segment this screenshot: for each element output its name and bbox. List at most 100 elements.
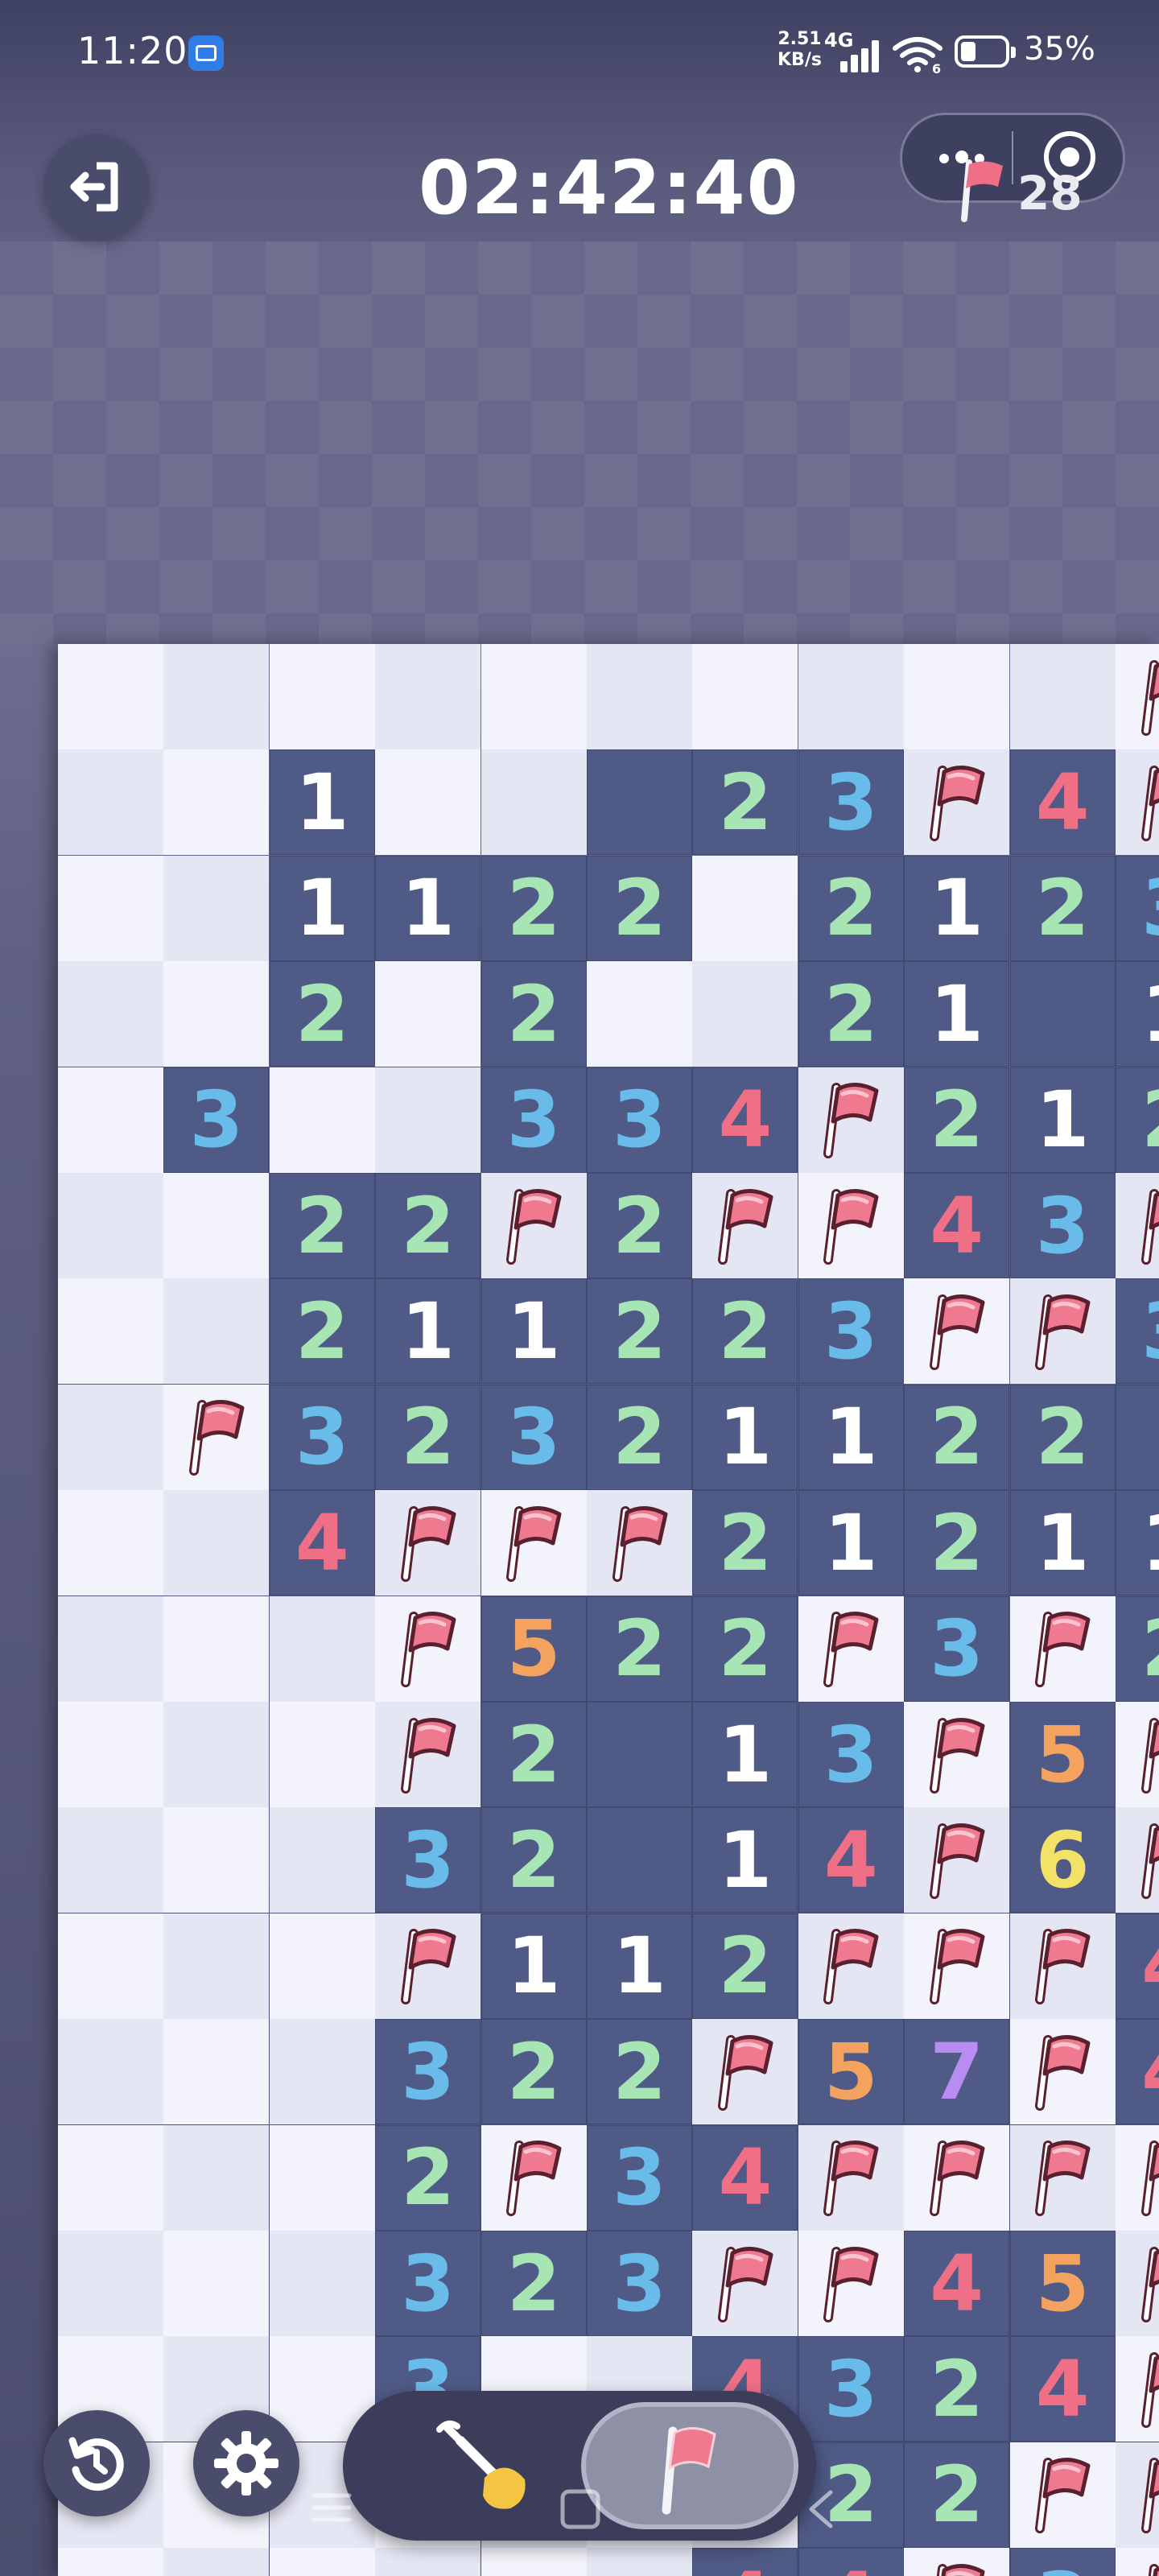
hidden-tile[interactable] bbox=[163, 644, 270, 749]
hidden-tile[interactable] bbox=[692, 644, 798, 749]
hidden-tile[interactable] bbox=[269, 1702, 375, 1807]
hidden-tile[interactable] bbox=[163, 2019, 270, 2125]
number-tile[interactable]: 2 bbox=[481, 961, 587, 1067]
flagged-tile[interactable] bbox=[1009, 1278, 1116, 1385]
hidden-tile[interactable] bbox=[904, 644, 1010, 749]
hidden-tile[interactable] bbox=[269, 644, 375, 749]
hidden-tile[interactable] bbox=[375, 961, 481, 1067]
number-tile[interactable]: 4 bbox=[904, 1173, 1010, 1278]
flagged-tile[interactable] bbox=[1009, 2124, 1116, 2231]
hidden-tile[interactable] bbox=[692, 855, 798, 961]
number-tile[interactable]: 3 bbox=[798, 749, 904, 856]
hidden-tile[interactable] bbox=[163, 1702, 270, 1807]
number-tile[interactable]: 3 bbox=[481, 1067, 587, 1173]
hidden-tile[interactable] bbox=[58, 1384, 163, 1490]
number-tile[interactable]: 1 bbox=[692, 1807, 798, 1913]
hidden-tile[interactable] bbox=[269, 1807, 375, 1913]
number-tile[interactable]: 5 bbox=[1009, 1702, 1116, 1807]
hidden-tile[interactable] bbox=[269, 2019, 375, 2125]
hidden-tile[interactable] bbox=[58, 1702, 163, 1807]
flagged-tile[interactable] bbox=[904, 1807, 1010, 1913]
number-tile[interactable]: 4 bbox=[904, 2231, 1010, 2336]
number-tile[interactable]: 5 bbox=[1009, 2231, 1116, 2336]
flag-mode-button[interactable] bbox=[581, 2402, 798, 2529]
number-tile[interactable]: 2 bbox=[692, 1490, 798, 1596]
flagged-tile[interactable] bbox=[692, 1173, 798, 1278]
hidden-tile[interactable] bbox=[58, 1596, 163, 1702]
number-tile[interactable]: 2 bbox=[798, 961, 904, 1067]
flagged-tile[interactable] bbox=[481, 1173, 587, 1278]
hidden-tile[interactable] bbox=[58, 1490, 163, 1596]
number-tile[interactable]: 5 bbox=[481, 1596, 587, 1702]
number-tile[interactable]: 4 bbox=[692, 2124, 798, 2231]
number-tile[interactable]: 1 bbox=[1009, 1490, 1116, 1596]
number-tile[interactable]: 3 bbox=[798, 1702, 904, 1807]
number-tile[interactable]: 2 bbox=[904, 2336, 1010, 2442]
flagged-tile[interactable] bbox=[798, 2124, 904, 2231]
number-tile[interactable]: 4 bbox=[692, 2548, 798, 2576]
number-tile[interactable]: 2 bbox=[1009, 1384, 1116, 1490]
hidden-tile[interactable] bbox=[163, 2548, 270, 2576]
hidden-tile[interactable] bbox=[375, 749, 481, 856]
number-tile[interactable]: 2 bbox=[481, 2231, 587, 2336]
hidden-tile[interactable] bbox=[269, 1913, 375, 2019]
number-tile[interactable]: 2 bbox=[692, 1913, 798, 2019]
hidden-tile[interactable] bbox=[269, 2124, 375, 2231]
flagged-tile[interactable] bbox=[1116, 644, 1159, 749]
number-tile[interactable]: 1 bbox=[1116, 1490, 1159, 1596]
revealed-empty-tile[interactable] bbox=[587, 1807, 692, 1913]
flagged-tile[interactable] bbox=[375, 1596, 481, 1702]
number-tile[interactable]: 4 bbox=[1116, 1913, 1159, 2019]
hidden-tile[interactable] bbox=[481, 749, 587, 856]
number-tile[interactable]: 3 bbox=[1116, 1278, 1159, 1385]
number-tile[interactable]: 3 bbox=[587, 2231, 692, 2336]
flagged-tile[interactable] bbox=[1116, 1702, 1159, 1807]
flagged-tile[interactable] bbox=[375, 1490, 481, 1596]
flagged-tile[interactable] bbox=[1009, 1913, 1116, 2019]
minesweeper-board[interactable]: 1234112221232221133342122224321122333232… bbox=[58, 644, 1159, 2576]
hidden-tile[interactable] bbox=[58, 855, 163, 961]
flagged-tile[interactable] bbox=[1116, 2442, 1159, 2548]
number-tile[interactable]: 1 bbox=[798, 1490, 904, 1596]
number-tile[interactable]: 3 bbox=[587, 2124, 692, 2231]
hidden-tile[interactable] bbox=[58, 1067, 163, 1173]
number-tile[interactable]: 3 bbox=[269, 1384, 375, 1490]
hidden-tile[interactable] bbox=[692, 961, 798, 1067]
number-tile[interactable]: 4 bbox=[1009, 2336, 1116, 2442]
number-tile[interactable]: 5 bbox=[798, 2019, 904, 2125]
hidden-tile[interactable] bbox=[58, 1278, 163, 1385]
hidden-tile[interactable] bbox=[58, 2019, 163, 2125]
flagged-tile[interactable] bbox=[798, 1067, 904, 1173]
flagged-tile[interactable] bbox=[1009, 2442, 1116, 2548]
number-tile[interactable]: 2 bbox=[587, 855, 692, 961]
flagged-tile[interactable] bbox=[692, 2019, 798, 2125]
flagged-tile[interactable] bbox=[904, 2124, 1010, 2231]
flagged-tile[interactable] bbox=[1009, 2019, 1116, 2125]
number-tile[interactable]: 2 bbox=[587, 2019, 692, 2125]
flagged-tile[interactable] bbox=[1116, 749, 1159, 856]
number-tile[interactable]: 3 bbox=[163, 1067, 270, 1173]
hidden-tile[interactable] bbox=[375, 2548, 481, 2576]
flagged-tile[interactable] bbox=[904, 1278, 1010, 1385]
flagged-tile[interactable] bbox=[1116, 1173, 1159, 1278]
number-tile[interactable]: 2 bbox=[481, 1702, 587, 1807]
shovel-icon[interactable] bbox=[415, 2412, 552, 2520]
hidden-tile[interactable] bbox=[587, 961, 692, 1067]
hidden-tile[interactable] bbox=[269, 2231, 375, 2336]
flagged-tile[interactable] bbox=[904, 749, 1010, 856]
number-tile[interactable]: 1 bbox=[587, 1913, 692, 2019]
number-tile[interactable]: 2 bbox=[692, 1278, 798, 1385]
hidden-tile[interactable] bbox=[58, 2124, 163, 2231]
number-tile[interactable]: 2 bbox=[269, 1173, 375, 1278]
hidden-tile[interactable] bbox=[798, 644, 904, 749]
number-tile[interactable]: 6 bbox=[1009, 1807, 1116, 1913]
number-tile[interactable]: 2 bbox=[1116, 1596, 1159, 1702]
number-tile[interactable]: 1 bbox=[692, 1702, 798, 1807]
flagged-tile[interactable] bbox=[163, 1384, 270, 1490]
revealed-empty-tile[interactable] bbox=[1009, 961, 1116, 1067]
hidden-tile[interactable] bbox=[163, 1173, 270, 1278]
number-tile[interactable]: 2 bbox=[692, 749, 798, 856]
number-tile[interactable]: 3 bbox=[1009, 2548, 1116, 2576]
number-tile[interactable]: 2 bbox=[481, 2019, 587, 2125]
hidden-tile[interactable] bbox=[163, 1913, 270, 2019]
